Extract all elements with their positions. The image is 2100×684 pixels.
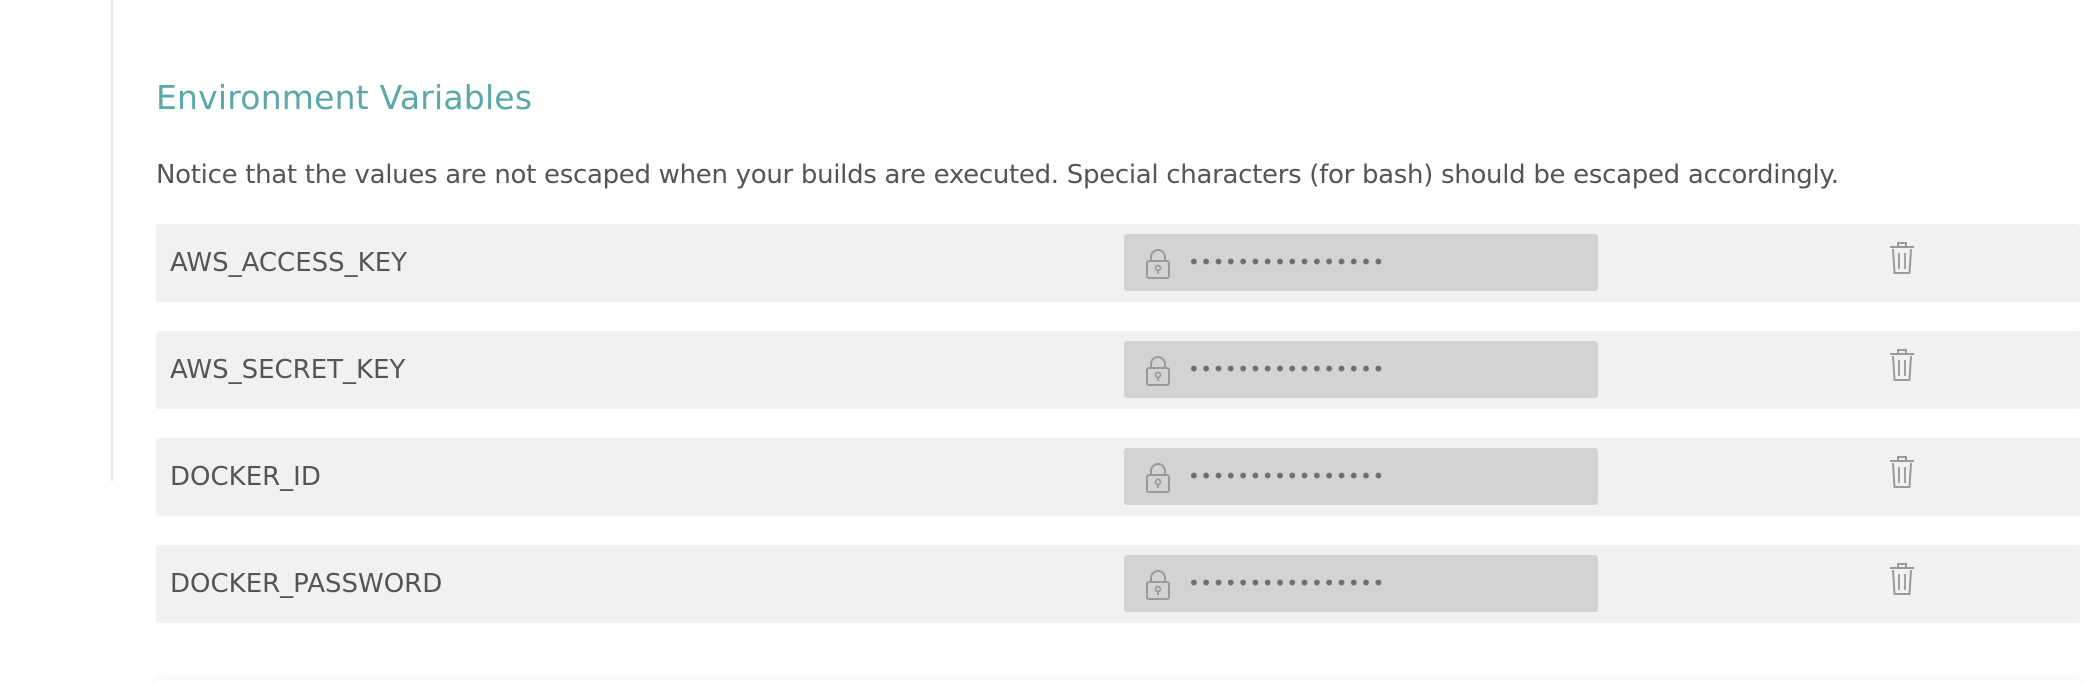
trash-icon <box>1890 563 1914 595</box>
delete-env-var-button[interactable] <box>1886 240 1918 276</box>
lock-icon <box>1146 570 1170 600</box>
env-var-masked-value: •••••••••••••••• <box>1188 250 1385 274</box>
section-title: Environment Variables <box>156 78 533 117</box>
env-var-row: DOCKER_ID •••••••••••••••• <box>156 438 2080 516</box>
env-var-name: DOCKER_ID <box>170 462 321 492</box>
env-var-masked-value: •••••••••••••••• <box>1188 464 1385 488</box>
escape-notice: Notice that the values are not escaped w… <box>156 160 1839 190</box>
sidebar-divider <box>111 0 113 481</box>
env-var-value-field: •••••••••••••••• <box>1124 448 1598 505</box>
trash-icon <box>1890 349 1914 381</box>
env-var-name: AWS_SECRET_KEY <box>170 355 406 385</box>
env-var-name: AWS_ACCESS_KEY <box>170 248 408 278</box>
next-section-card <box>156 680 2080 684</box>
env-var-row: AWS_ACCESS_KEY •••••••••••••••• <box>156 224 2080 302</box>
lock-icon <box>1146 249 1170 279</box>
delete-env-var-button[interactable] <box>1886 454 1918 490</box>
delete-env-var-button[interactable] <box>1886 347 1918 383</box>
delete-env-var-button[interactable] <box>1886 561 1918 597</box>
lock-icon <box>1146 356 1170 386</box>
env-var-row: DOCKER_PASSWORD •••••••••••••••• <box>156 545 2080 623</box>
env-var-masked-value: •••••••••••••••• <box>1188 357 1385 381</box>
env-var-value-field: •••••••••••••••• <box>1124 341 1598 398</box>
env-var-row: AWS_SECRET_KEY •••••••••••••••• <box>156 331 2080 409</box>
trash-icon <box>1890 456 1914 488</box>
env-var-value-field: •••••••••••••••• <box>1124 555 1598 612</box>
env-var-masked-value: •••••••••••••••• <box>1188 571 1385 595</box>
lock-icon <box>1146 463 1170 493</box>
env-var-value-field: •••••••••••••••• <box>1124 234 1598 291</box>
trash-icon <box>1890 242 1914 274</box>
settings-page: Environment Variables Notice that the va… <box>0 0 2100 684</box>
env-var-name: DOCKER_PASSWORD <box>170 569 443 599</box>
